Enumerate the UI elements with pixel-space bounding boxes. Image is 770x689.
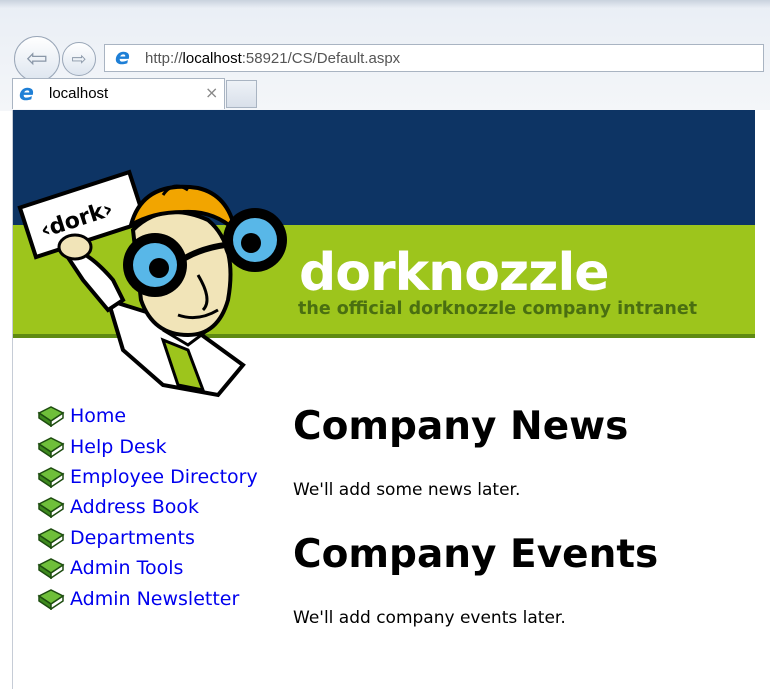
menu-item-address-book: Address Book	[37, 492, 258, 522]
address-bar[interactable]: e http://localhost:58921/CS/Default.aspx	[104, 44, 764, 72]
events-heading: Company Events	[293, 532, 659, 577]
tab-label: localhost	[49, 85, 109, 102]
new-tab-button[interactable]	[226, 80, 257, 108]
browser-chrome: ⇦ ⇨ e http://localhost:58921/CS/Default.…	[0, 0, 770, 111]
tab-close-icon[interactable]: ×	[205, 83, 218, 102]
menu-item-admin-newsletter: Admin Newsletter	[37, 583, 258, 613]
url-path: :58921/CS/Default.aspx	[241, 50, 401, 67]
menu-item-departments: Departments	[37, 523, 258, 553]
tab-localhost[interactable]: e localhost ×	[12, 78, 225, 109]
dork-mascot-logo: ‹dork›	[17, 169, 287, 398]
menu-link-home[interactable]: Home	[70, 405, 126, 427]
green-book-icon	[37, 497, 65, 519]
back-arrow-icon: ⇦	[26, 44, 48, 74]
green-book-icon	[37, 467, 65, 488]
green-book-icon	[37, 436, 65, 458]
green-book-icon	[37, 527, 65, 549]
window-top-edge	[0, 0, 770, 8]
news-text: We'll add some news later.	[293, 480, 521, 500]
menu-link-admin-tools[interactable]: Admin Tools	[70, 557, 183, 579]
menu-link-admin-newsletter[interactable]: Admin Newsletter	[70, 588, 239, 610]
menu-link-address-book[interactable]: Address Book	[70, 496, 199, 518]
back-button[interactable]: ⇦	[14, 36, 60, 82]
address-url[interactable]: http://localhost:58921/CS/Default.aspx	[145, 50, 400, 67]
menu-link-departments[interactable]: Departments	[70, 527, 195, 549]
menu-link-employee-directory[interactable]: Employee Directory	[70, 466, 258, 488]
green-book-icon	[37, 588, 65, 610]
menu-link-help-desk[interactable]: Help Desk	[70, 436, 167, 458]
menu-item-employee-directory: Employee Directory	[37, 462, 258, 492]
ie-logo-icon: e	[115, 45, 130, 70]
site-menu: Home Help Desk Employee Directory Addres…	[37, 401, 258, 614]
ie-favicon-icon: e	[19, 81, 34, 106]
menu-item-help-desk: Help Desk	[37, 431, 258, 461]
menu-item-home: Home	[37, 401, 258, 431]
news-heading: Company News	[293, 404, 629, 449]
site-tagline: the official dorknozzle company intranet	[298, 299, 698, 319]
url-host: localhost	[182, 50, 242, 67]
url-scheme: http://	[145, 50, 183, 67]
green-book-icon	[37, 406, 65, 428]
green-book-icon	[37, 558, 65, 580]
forward-arrow-icon: ⇨	[71, 48, 87, 70]
menu-item-admin-tools: Admin Tools	[37, 553, 258, 583]
page-viewport: dorknozzle the official dorknozzle compa…	[12, 110, 770, 689]
forward-button[interactable]: ⇨	[62, 42, 96, 76]
events-text: We'll add company events later.	[293, 608, 566, 628]
site-title: dorknozzle	[299, 243, 610, 303]
